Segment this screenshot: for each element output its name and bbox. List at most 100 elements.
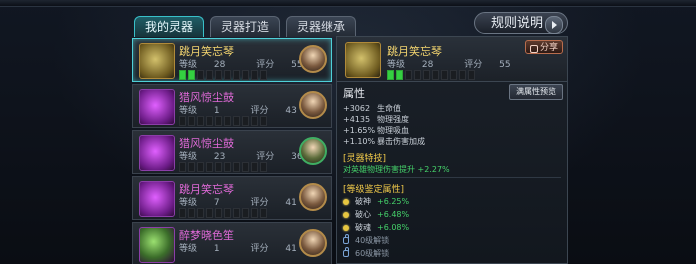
- progress-segment: [179, 70, 186, 80]
- tier-list: 破神 +6.25% 破心 +6.48% 破魂 +6.08% 40级解锁 60级解锁: [343, 195, 409, 260]
- tier-row: 破神 +6.25%: [343, 195, 409, 208]
- progress-segment: [251, 116, 258, 126]
- list-item[interactable]: 醉梦晓色笙 等级 1 评分 41: [132, 222, 332, 264]
- tier-row: 60级解锁: [343, 247, 409, 260]
- tab-inherit-lingqi[interactable]: 灵器继承: [286, 16, 357, 37]
- lock-icon: [343, 247, 349, 257]
- progress-segment: [242, 162, 249, 172]
- lingqi-icon: [345, 42, 381, 78]
- progress-segment: [215, 116, 222, 126]
- progress-segment: [224, 162, 231, 172]
- progress-segment: [423, 70, 430, 80]
- progress-segment: [215, 208, 222, 218]
- progress-segment: [260, 116, 267, 126]
- progress-segment: [206, 116, 213, 126]
- progress-segment: [251, 208, 258, 218]
- tier-row: 破心 +6.48%: [343, 208, 409, 221]
- progress-segment: [242, 116, 249, 126]
- list-item[interactable]: 猎风惊尘鼓 等级 1 评分 43: [132, 84, 332, 128]
- lingqi-list: 跳月笑忘琴 等级 28 评分 55 猎风惊尘鼓 等级 1 评分 43 猎风惊尘鼓…: [132, 38, 332, 264]
- rules-button-label: 规则说明: [491, 16, 544, 31]
- progress-segment: [260, 162, 267, 172]
- chevron-right-icon: [545, 16, 563, 34]
- top-edge: [0, 0, 696, 7]
- gold-dot-icon: [343, 198, 349, 205]
- progress-segment: [387, 70, 394, 80]
- progress-segment: [179, 208, 186, 218]
- progress-segment: [459, 70, 466, 80]
- progress-segment: [188, 162, 195, 172]
- level-text: 等级 23: [179, 152, 226, 162]
- lingqi-icon: [139, 89, 175, 125]
- lingqi-icon: [139, 227, 175, 263]
- stats-list: +3062 生命值 +4135 物理强度 +1.65% 物理吸血 +1.10% 暴击伤害…: [343, 103, 425, 147]
- lock-icon: [343, 234, 349, 244]
- list-item[interactable]: 猎风惊尘鼓 等级 23 评分 36: [132, 130, 332, 174]
- progress-segment: [206, 70, 213, 80]
- stat-row: +1.65% 物理吸血: [343, 126, 409, 135]
- progress-segment: [233, 208, 240, 218]
- lingqi-icon: [139, 181, 175, 217]
- progress-segment: [188, 208, 195, 218]
- progress-segment: [224, 116, 231, 126]
- lingqi-icon: [139, 135, 175, 171]
- progress-segment: [188, 70, 195, 80]
- rules-button[interactable]: 规则说明: [474, 12, 568, 34]
- lingqi-icon: [139, 43, 175, 79]
- progress-segment: [197, 70, 204, 80]
- gold-dot-icon: [343, 224, 349, 231]
- tier-row: 40级解锁: [343, 234, 409, 247]
- tier-row: 破魂 +6.08%: [343, 221, 409, 234]
- hero-portrait: [299, 229, 327, 257]
- progress-segment: [206, 162, 213, 172]
- progress-segment: [215, 162, 222, 172]
- stat-row: +1.10% 暴击伤害加成: [343, 137, 425, 146]
- hero-portrait: [299, 91, 327, 119]
- trait-title: [灵器特技]: [343, 154, 387, 164]
- progress-segment: [242, 70, 249, 80]
- progress-segment: [450, 70, 457, 80]
- progress-segment: [414, 70, 421, 80]
- progress-segment: [432, 70, 439, 80]
- stat-row: +3062 生命值: [343, 104, 401, 113]
- divider: [343, 177, 561, 178]
- tab-my-lingqi[interactable]: 我的灵器: [134, 16, 205, 37]
- progress-segment: [197, 208, 204, 218]
- progress-segment: [251, 162, 258, 172]
- list-item[interactable]: 跳月笑忘琴 等级 7 评分 41: [132, 176, 332, 220]
- gold-dot-icon: [343, 211, 349, 218]
- progress-segment: [242, 208, 249, 218]
- level-text: 等级 7: [179, 198, 220, 208]
- progress-segment: [197, 116, 204, 126]
- progress-segment: [260, 208, 267, 218]
- max-attributes-preview-button[interactable]: 满属性预览: [509, 84, 563, 100]
- level-text: 等级 1: [179, 244, 220, 254]
- progress-segment: [260, 70, 267, 80]
- hero-portrait: [299, 137, 327, 165]
- progress-segment: [468, 70, 475, 80]
- progress-segment: [233, 162, 240, 172]
- share-button[interactable]: 分享: [525, 40, 563, 54]
- tab-bar: 我的灵器 灵器打造 灵器继承: [134, 16, 357, 37]
- progress-segment: [224, 70, 231, 80]
- progress-bars: [179, 70, 267, 80]
- level-text: 等级 1: [179, 106, 220, 116]
- stat-row: +4135 物理强度: [343, 115, 409, 124]
- progress-segment: [441, 70, 448, 80]
- attributes-title: 属性: [343, 87, 365, 100]
- detail-level-text: 等级 28: [387, 60, 434, 70]
- progress-segment: [197, 162, 204, 172]
- tab-forge-lingqi[interactable]: 灵器打造: [210, 16, 281, 37]
- progress-segment: [179, 162, 186, 172]
- detail-score-text: 评分 55: [464, 60, 511, 70]
- progress-bars: [179, 116, 267, 126]
- progress-segment: [206, 208, 213, 218]
- detail-progress-bars: [387, 70, 475, 80]
- progress-segment: [251, 70, 258, 80]
- tier-title: [等级鉴定属性]: [343, 185, 405, 195]
- progress-bars: [179, 208, 267, 218]
- progress-segment: [215, 70, 222, 80]
- hero-portrait: [299, 45, 327, 73]
- progress-segment: [405, 70, 412, 80]
- list-item[interactable]: 跳月笑忘琴 等级 28 评分 55: [132, 38, 332, 82]
